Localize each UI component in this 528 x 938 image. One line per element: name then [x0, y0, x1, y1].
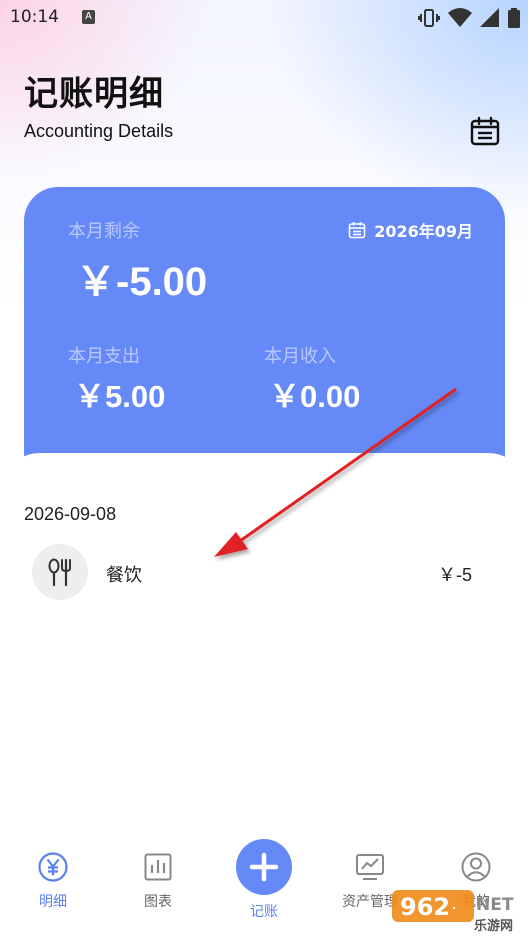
status-icons	[418, 8, 520, 28]
nav-charts[interactable]: 图表	[118, 851, 198, 911]
watermark-brand: 962	[400, 893, 450, 921]
record-icon-bg	[32, 544, 88, 600]
add-record-label: 记账	[250, 904, 278, 920]
income-value: ￥0.00	[269, 379, 361, 414]
battery-icon	[508, 8, 520, 28]
notification-a-icon: A	[82, 10, 95, 24]
record-amount: ￥-5	[437, 565, 472, 585]
calendar-icon	[470, 116, 500, 146]
bar-chart-icon	[144, 853, 172, 881]
yuan-icon	[38, 852, 68, 882]
summary-card: 本月剩余 ￥-5.00 2026年09月 本月支出 ￥5.00 本月收入 ￥0.…	[24, 187, 505, 487]
status-time: 10:14	[10, 7, 59, 27]
records-sheet: 2026-09-08 餐饮 ￥-5	[0, 453, 528, 833]
status-bar: 10:14 A	[0, 0, 528, 36]
date-group-header: 2026-09-08	[24, 504, 117, 524]
plus-icon	[249, 852, 279, 882]
month-selector[interactable]: 2026年09月	[348, 218, 473, 242]
remaining-value: ￥-5.00	[76, 260, 208, 304]
record-category: 餐饮	[106, 565, 142, 586]
page-title: 记账明细	[24, 74, 164, 114]
page-subtitle: Accounting Details	[24, 121, 174, 141]
watermark-suffix: NET	[476, 895, 514, 915]
watermark-tagline: 乐游网	[474, 918, 513, 934]
signal-icon	[480, 8, 499, 27]
list-item[interactable]: 餐饮 ￥-5	[0, 541, 528, 605]
nav-charts-label: 图表	[144, 894, 172, 910]
remaining-label: 本月剩余	[68, 221, 140, 242]
svg-text:.: .	[452, 899, 456, 912]
nav-details-label: 明细	[39, 894, 67, 910]
monitor-chart-icon	[356, 854, 384, 880]
user-icon	[461, 852, 491, 882]
nav-details[interactable]: 明细	[13, 851, 93, 911]
calendar-small-icon	[348, 222, 366, 239]
site-watermark: 962 . NET 乐游网	[390, 884, 525, 934]
expense-label: 本月支出	[68, 346, 140, 367]
wifi-icon	[448, 8, 472, 27]
income-label: 本月收入	[264, 346, 336, 367]
vibrate-icon	[418, 9, 440, 27]
utensils-icon	[48, 558, 71, 587]
expense-value: ￥5.00	[74, 379, 166, 414]
calendar-button[interactable]	[470, 116, 500, 146]
add-record-button[interactable]	[236, 839, 292, 895]
month-text: 2026年09月	[374, 222, 473, 241]
